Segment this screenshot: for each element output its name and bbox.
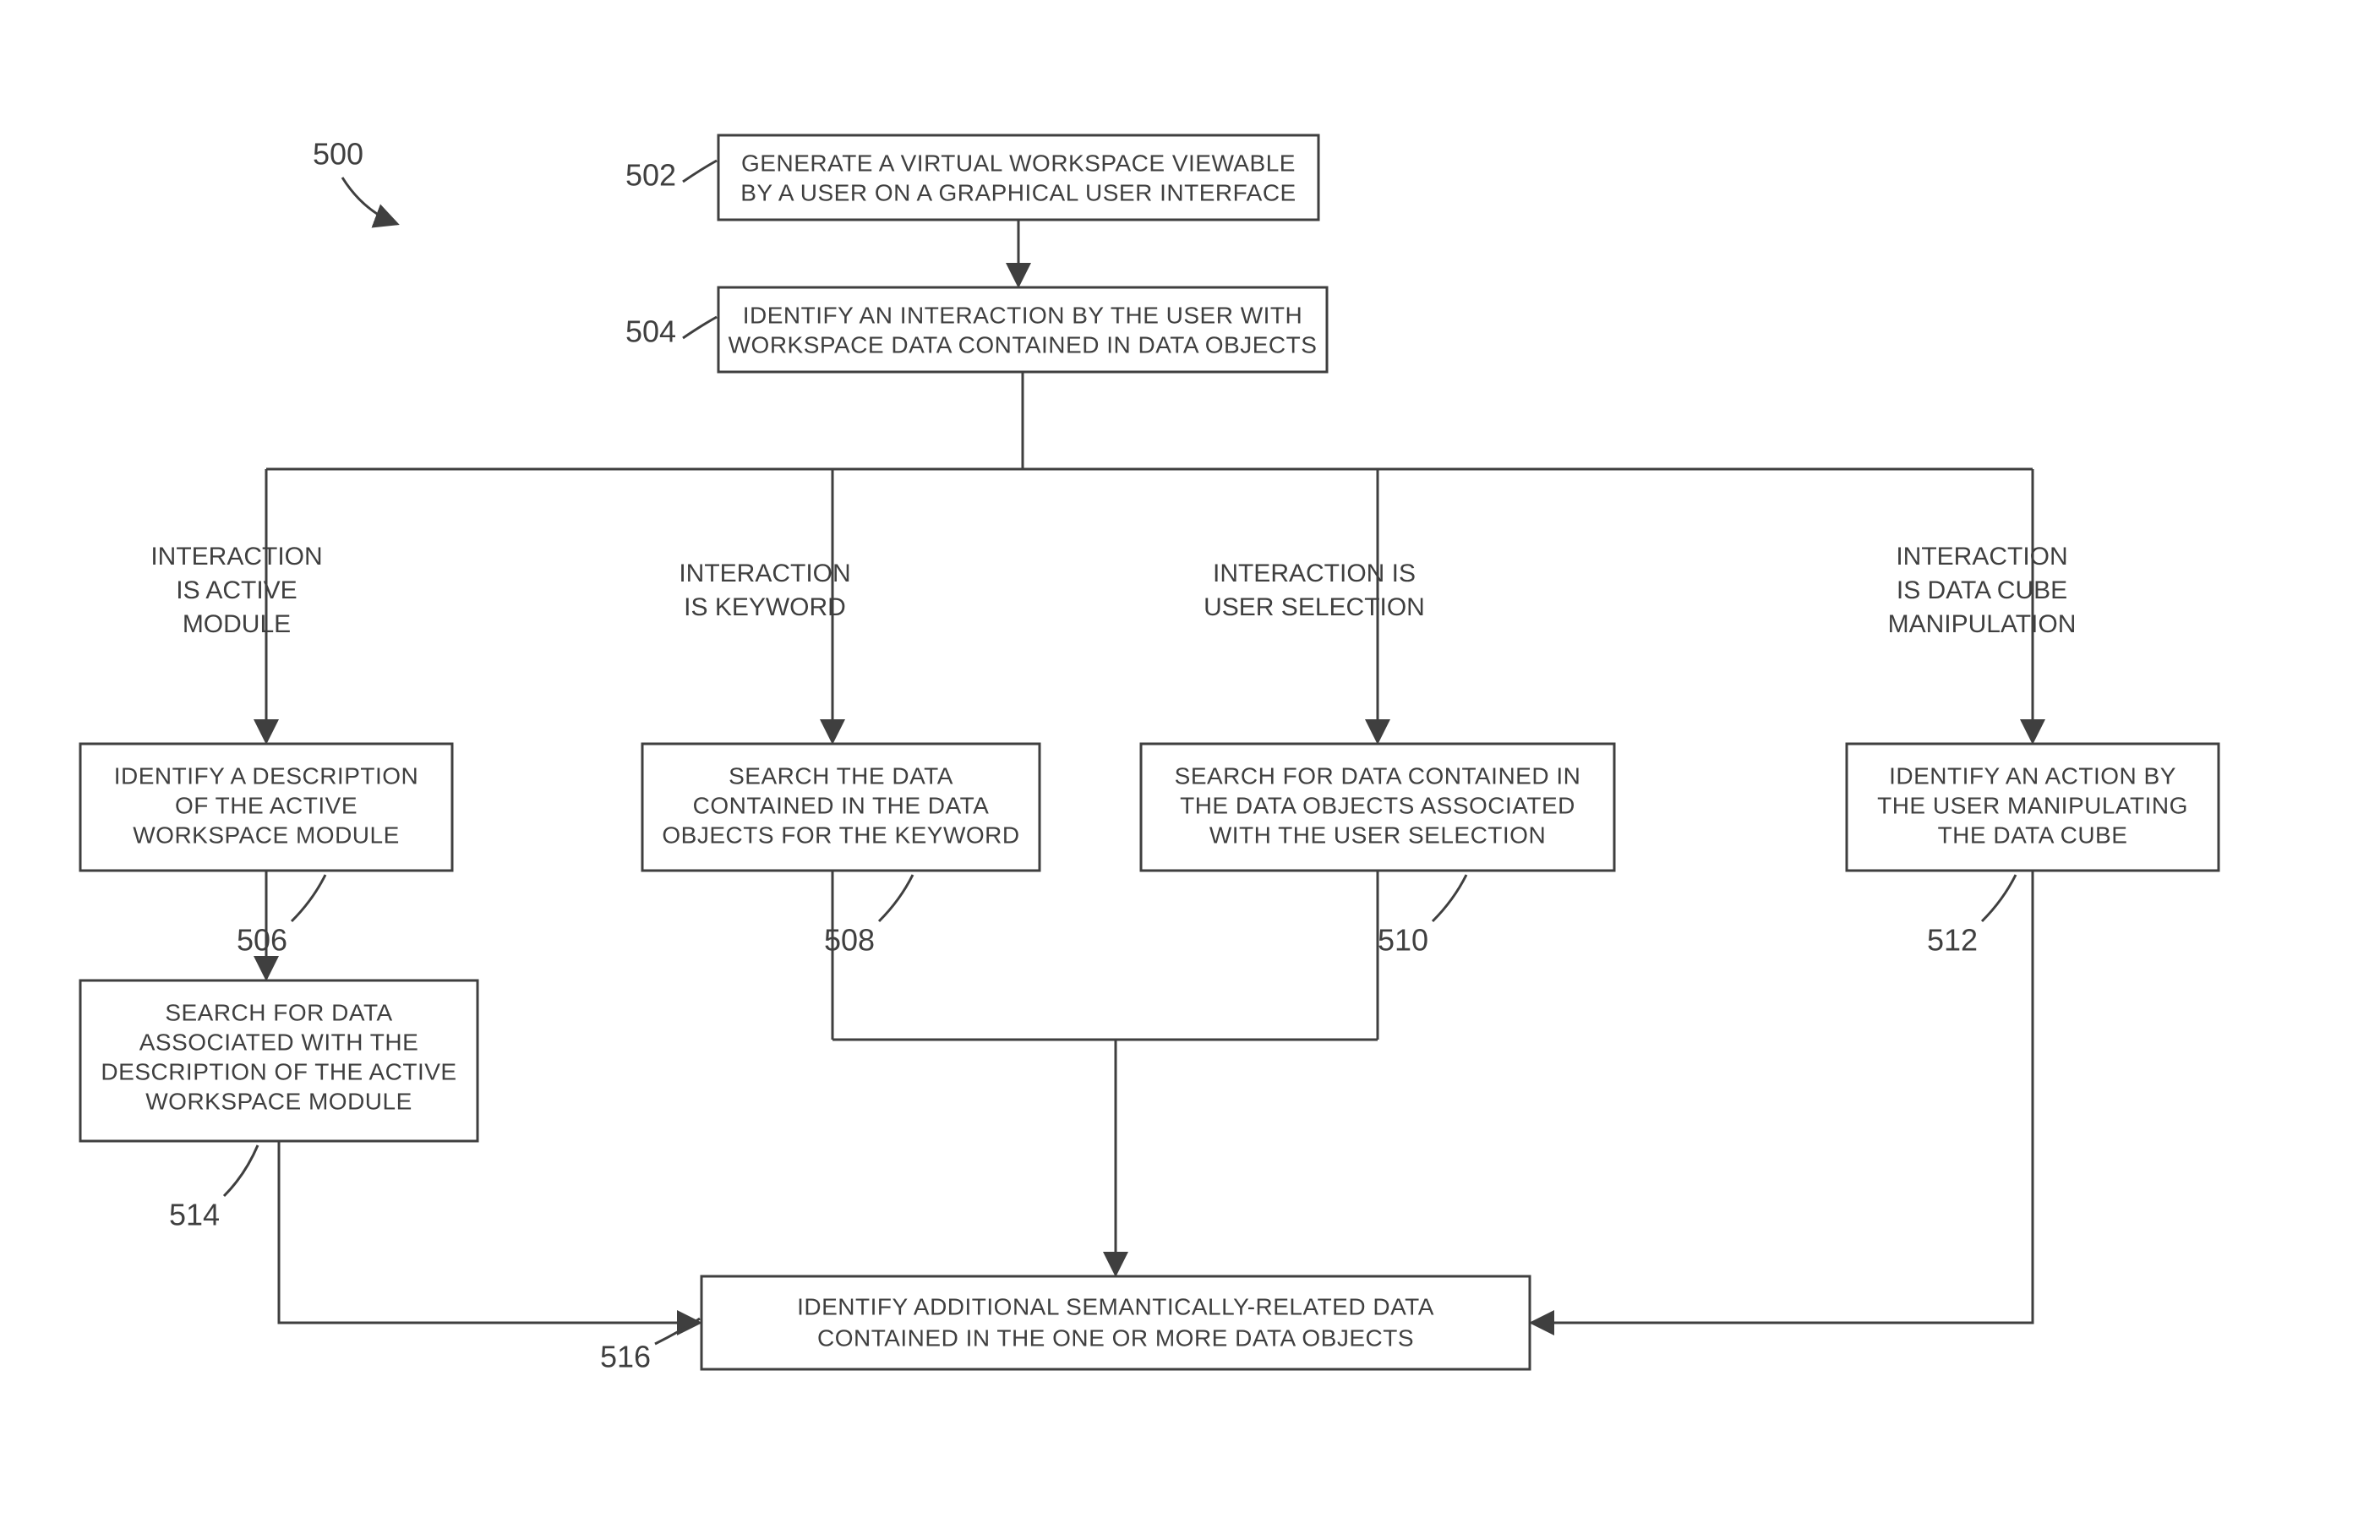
box-504: IDENTIFY AN INTERACTION BY THE USER WITH… <box>718 287 1327 372</box>
svg-text:IDENTIFY AN ACTION BY: IDENTIFY AN ACTION BY <box>1889 762 2176 789</box>
branch-label-active-2: IS ACTIVE <box>176 576 297 604</box>
svg-text:IDENTIFY ADDITIONAL SEMANTICAL: IDENTIFY ADDITIONAL SEMANTICALLY-RELATED… <box>797 1293 1434 1319</box>
box-508: SEARCH THE DATA CONTAINED IN THE DATA OB… <box>642 744 1040 871</box>
branch-label-selection-2: USER SELECTION <box>1204 593 1425 621</box>
svg-text:GENERATE A VIRTUAL WORKSPACE V: GENERATE A VIRTUAL WORKSPACE VIEWABLE <box>741 150 1296 176</box>
svg-text:BY A USER ON A GRAPHICAL USER: BY A USER ON A GRAPHICAL USER INTERFACE <box>740 179 1296 205</box>
branch-label-active-1: INTERACTION <box>150 543 322 571</box>
label-504: 504 <box>625 314 676 349</box>
box-514: SEARCH FOR DATA ASSOCIATED WITH THE DESC… <box>80 980 478 1141</box>
leader-514 <box>224 1145 258 1196</box>
box-502: GENERATE A VIRTUAL WORKSPACE VIEWABLE BY… <box>718 135 1318 220</box>
svg-text:OBJECTS FOR THE KEYWORD: OBJECTS FOR THE KEYWORD <box>662 822 1019 848</box>
svg-text:SEARCH FOR DATA: SEARCH FOR DATA <box>165 999 392 1025</box>
label-510: 510 <box>1378 923 1428 958</box>
figure-number: 500 <box>313 137 363 172</box>
svg-text:THE DATA OBJECTS ASSOCIATED: THE DATA OBJECTS ASSOCIATED <box>1180 792 1575 818</box>
box-506: IDENTIFY A DESCRIPTION OF THE ACTIVE WOR… <box>80 744 452 871</box>
svg-text:SEARCH FOR DATA CONTAINED IN: SEARCH FOR DATA CONTAINED IN <box>1175 762 1581 789</box>
branch-label-keyword-2: IS KEYWORD <box>684 593 846 621</box>
label-512: 512 <box>1927 923 1978 958</box>
label-514: 514 <box>169 1198 220 1232</box>
leader-510 <box>1433 875 1466 921</box>
svg-text:THE USER MANIPULATING: THE USER MANIPULATING <box>1877 792 2188 818</box>
label-506: 506 <box>237 923 287 958</box>
svg-text:THE DATA CUBE: THE DATA CUBE <box>1938 822 2128 848</box>
svg-text:SEARCH THE DATA: SEARCH THE DATA <box>729 762 953 789</box>
leader-504 <box>683 317 717 338</box>
box-512: IDENTIFY AN ACTION BY THE USER MANIPULAT… <box>1847 744 2219 871</box>
box-510: SEARCH FOR DATA CONTAINED IN THE DATA OB… <box>1141 744 1614 871</box>
svg-text:IDENTIFY AN INTERACTION BY THE: IDENTIFY AN INTERACTION BY THE USER WITH <box>743 302 1303 328</box>
svg-text:WORKSPACE MODULE: WORKSPACE MODULE <box>145 1088 412 1114</box>
svg-text:DESCRIPTION OF THE ACTIVE: DESCRIPTION OF THE ACTIVE <box>101 1058 456 1084</box>
svg-text:CONTAINED IN THE ONE OR MORE D: CONTAINED IN THE ONE OR MORE DATA OBJECT… <box>817 1324 1414 1351</box>
figure-pointer <box>342 177 397 224</box>
svg-text:WORKSPACE DATA CONTAINED IN DA: WORKSPACE DATA CONTAINED IN DATA OBJECTS <box>729 331 1318 358</box>
svg-text:OF THE ACTIVE: OF THE ACTIVE <box>175 792 358 818</box>
arrow-514-516 <box>279 1141 700 1323</box>
box-516: IDENTIFY ADDITIONAL SEMANTICALLY-RELATED… <box>701 1276 1530 1369</box>
leader-512 <box>1982 875 2016 921</box>
svg-text:WITH THE USER SELECTION: WITH THE USER SELECTION <box>1209 822 1546 848</box>
label-516: 516 <box>600 1340 651 1374</box>
svg-text:IDENTIFY A DESCRIPTION: IDENTIFY A DESCRIPTION <box>114 762 419 789</box>
branch-label-cube-2: IS DATA CUBE <box>1897 576 2067 604</box>
leader-506 <box>292 875 325 921</box>
svg-text:ASSOCIATED WITH THE: ASSOCIATED WITH THE <box>139 1029 419 1055</box>
svg-text:CONTAINED IN THE DATA: CONTAINED IN THE DATA <box>693 792 990 818</box>
branch-label-keyword-1: INTERACTION <box>679 560 850 587</box>
leader-502 <box>683 161 717 182</box>
branch-label-selection-1: INTERACTION IS <box>1213 560 1416 587</box>
branch-label-cube-3: MANIPULATION <box>1888 610 2077 638</box>
svg-text:WORKSPACE MODULE: WORKSPACE MODULE <box>133 822 400 848</box>
branch-label-active-3: MODULE <box>183 610 291 638</box>
flowchart-diagram: 500 GENERATE A VIRTUAL WORKSPACE VIEWABL… <box>0 0 2380 1540</box>
leader-508 <box>879 875 913 921</box>
label-502: 502 <box>625 158 676 193</box>
branch-label-cube-1: INTERACTION <box>1896 543 2067 571</box>
